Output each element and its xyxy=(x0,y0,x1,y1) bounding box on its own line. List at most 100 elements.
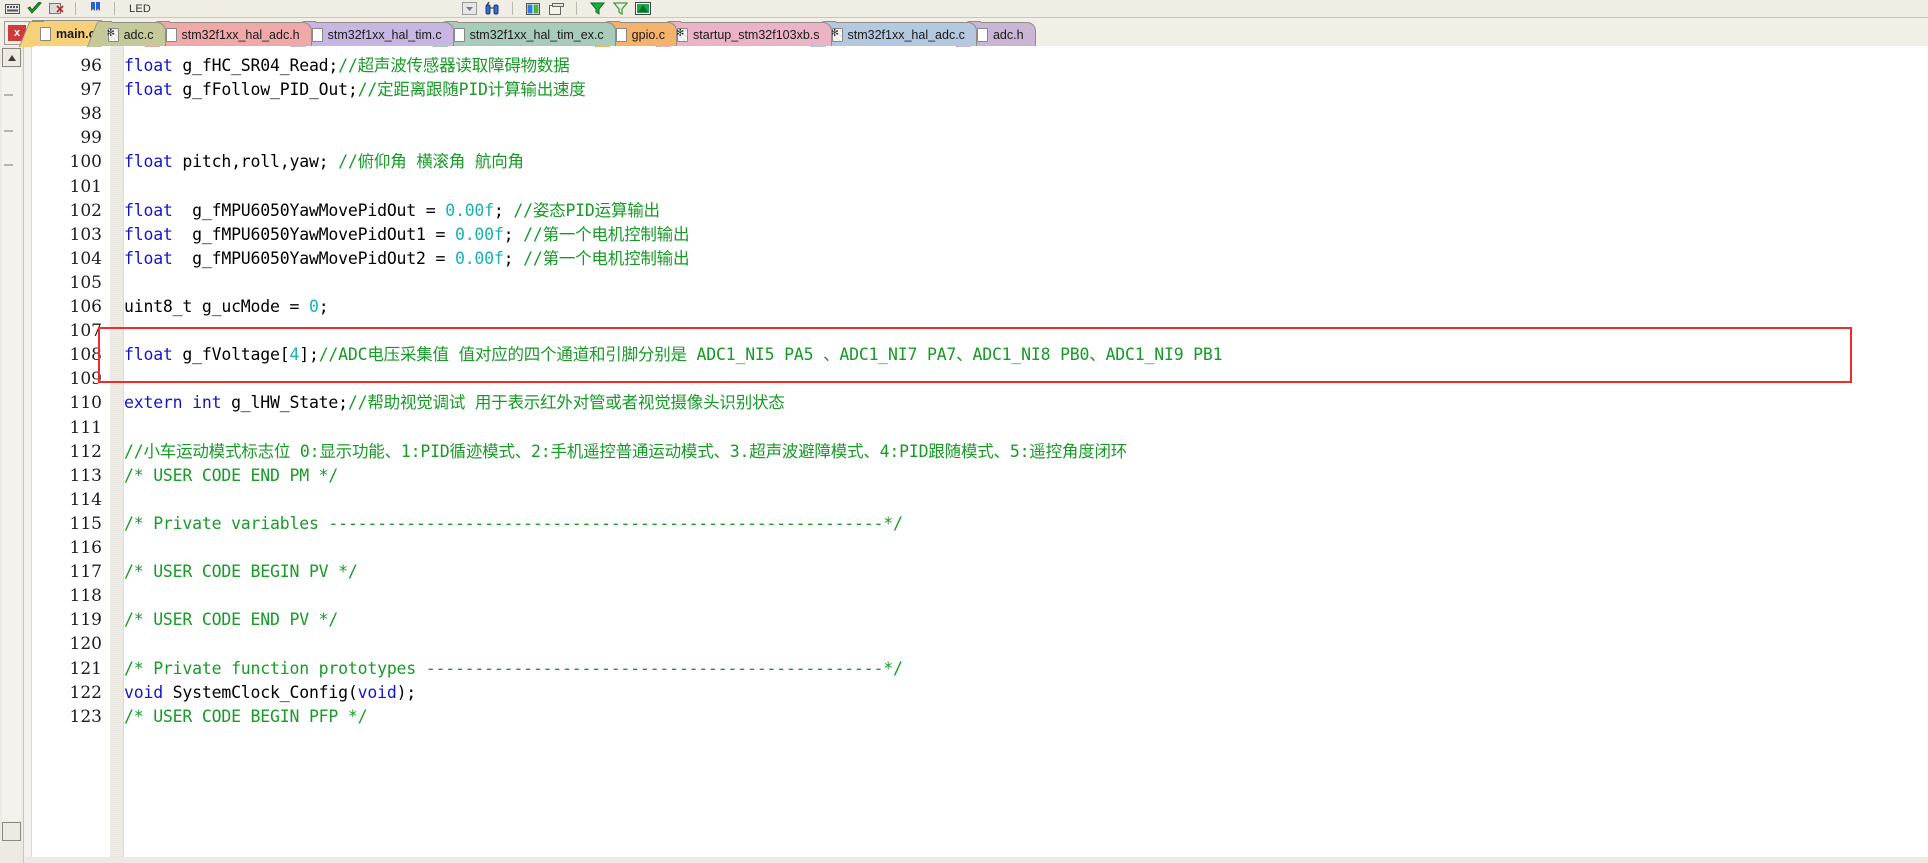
tab-stm32f1xx-hal-tim-ex-c[interactable]: stm32f1xx_hal_tim_ex.c xyxy=(445,22,616,46)
toolbar-separator xyxy=(75,2,76,15)
keyboard-icon[interactable] xyxy=(4,2,20,16)
file-c-icon xyxy=(311,27,323,42)
tab-label: adc.h xyxy=(992,27,1024,42)
line-number: 113 xyxy=(69,465,102,486)
line-number: 122 xyxy=(69,682,102,703)
manage-components-icon[interactable] xyxy=(635,2,651,16)
code-token: g_fVoltage[ xyxy=(182,345,290,365)
code-line[interactable]: 108 float g_fVoltage[4];//ADC电压采集值 值对应的四个… xyxy=(25,343,1928,367)
tab-stm32f1xx-hal-tim-c[interactable]: stm32f1xx_hal_tim.c xyxy=(303,22,454,46)
filter-green-icon[interactable] xyxy=(589,2,605,16)
code-editor[interactable]: 96 float g_fHC_SR04_Read;//超声波传感器读取障碍物数据 9… xyxy=(25,46,1928,863)
scroll-up-icon[interactable] xyxy=(2,48,21,67)
line-text: /* USER CODE END PV */ xyxy=(110,608,338,632)
code-token: float xyxy=(124,224,193,244)
code-token: g_fMPU6050YawMovePidOut1 = xyxy=(192,224,455,244)
code-line[interactable]: 121 /* Private function prototypes ------… xyxy=(25,657,1928,681)
code-line[interactable]: 102 float g_fMPU6050YawMovePidOut = 0.00f… xyxy=(25,199,1928,223)
code-line[interactable]: 116 xyxy=(25,536,1928,560)
tab-label: stm32f1xx_hal_tim.c xyxy=(327,27,442,42)
code-token: pitch,roll,yaw; xyxy=(182,152,339,172)
code-token: /* USER CODE BEGIN PV */ xyxy=(124,562,358,582)
code-token: ; xyxy=(503,248,524,268)
code-token: //帮助视觉调试 用于表示红外对管或者视觉摄像头识别状态 xyxy=(347,393,785,413)
bookmark-next-icon[interactable] xyxy=(87,2,103,16)
tab-stm32f1xx-hal-adc-c[interactable]: ✻ stm32f1xx_hal_adc.c xyxy=(823,22,977,46)
code-line[interactable]: 115 /* Private variables ----------------… xyxy=(25,512,1928,536)
filter-outline-icon[interactable] xyxy=(612,2,628,16)
scroll-down-icon[interactable] xyxy=(2,822,21,841)
checkmark-green-icon[interactable] xyxy=(26,2,42,16)
code-token: ; xyxy=(503,224,524,244)
code-line[interactable]: 97 float g_fFollow_PID_Out;//定距离跟随PID计算输出… xyxy=(25,78,1928,102)
code-token: float xyxy=(124,200,193,220)
line-number: 107 xyxy=(69,321,102,342)
code-token: 0.00f xyxy=(454,248,504,268)
erase-bookmarks-icon[interactable] xyxy=(48,2,64,16)
code-line[interactable]: 111 xyxy=(25,416,1928,440)
tab-startup-stm32f103xb-s[interactable]: ✻ startup_stm32f103xb.s xyxy=(669,22,832,46)
code-line[interactable]: 114 xyxy=(25,488,1928,512)
code-line[interactable]: 98 xyxy=(25,102,1928,126)
code-line[interactable]: 112 //小车运动模式标志位 0:显示功能、1:PID循迹模式、2:手机遥控普通… xyxy=(25,440,1928,464)
tab-label: stm32f1xx_hal_tim_ex.c xyxy=(469,27,604,42)
line-text: /* USER CODE BEGIN PV */ xyxy=(110,560,358,584)
tab-label: startup_stm32f103xb.s xyxy=(693,27,820,42)
code-token: g_lHW_State; xyxy=(231,393,348,413)
tab-label: gpio.c xyxy=(631,27,666,42)
code-line[interactable]: 122 void SystemClock_Config(void); xyxy=(25,681,1928,705)
code-line[interactable]: 101 xyxy=(25,175,1928,199)
toolbar-right-group xyxy=(461,2,651,16)
tab-adc-c[interactable]: ✻ adc.c xyxy=(99,22,166,46)
code-token: float xyxy=(124,152,183,172)
code-line[interactable]: 120 xyxy=(25,632,1928,656)
vertical-scrollbar[interactable] xyxy=(0,46,24,863)
code-line[interactable]: 99 xyxy=(25,126,1928,150)
code-line[interactable]: 123 /* USER CODE BEGIN PFP */ xyxy=(25,705,1928,729)
line-number: 103 xyxy=(69,224,102,245)
line-text: //小车运动模式标志位 0:显示功能、1:PID循迹模式、2:手机遥控普通运动模… xyxy=(110,440,1127,464)
find-binoculars-icon[interactable] xyxy=(484,2,500,16)
window-split-icon[interactable] xyxy=(525,2,541,16)
toolbar-separator-3 xyxy=(512,2,513,15)
code-line[interactable]: 103 float g_fMPU6050YawMovePidOut1 = 0.00… xyxy=(25,223,1928,247)
source-code[interactable]: 96 float g_fHC_SR04_Read;//超声波传感器读取障碍物数据 9… xyxy=(25,46,1928,863)
dropdown-arrow-icon[interactable] xyxy=(461,2,477,16)
code-line[interactable]: 106 uint8_t g_ucMode = 0; xyxy=(25,295,1928,319)
scrollbar-track[interactable] xyxy=(2,68,21,821)
line-number: 115 xyxy=(69,513,102,534)
line-number: 100 xyxy=(69,152,102,173)
code-line[interactable]: 119 /* USER CODE END PV */ xyxy=(25,608,1928,632)
code-line[interactable]: 117 /* USER CODE BEGIN PV */ xyxy=(25,560,1928,584)
tab-stm32f1xx-hal-adc-h[interactable]: stm32f1xx_hal_adc.h xyxy=(157,22,312,46)
code-line[interactable]: 118 xyxy=(25,584,1928,608)
code-token: 4 xyxy=(289,345,300,365)
tab-label: stm32f1xx_hal_adc.c xyxy=(847,27,965,42)
code-token: g_fMPU6050YawMovePidOut2 = xyxy=(192,248,455,268)
code-token: //第一个电机控制输出 xyxy=(523,224,690,244)
code-line[interactable]: 100 float pitch,roll,yaw; //俯仰角 横滚角 航向角 xyxy=(25,150,1928,174)
code-line[interactable]: 96 float g_fHC_SR04_Read;//超声波传感器读取障碍物数据 xyxy=(25,54,1928,78)
line-number: 104 xyxy=(69,248,102,269)
horizontal-scrollbar[interactable] xyxy=(25,857,1928,863)
code-line[interactable]: 105 xyxy=(25,271,1928,295)
code-token: //ADC电压采集值 值对应的四个通道和引脚分别是 ADC1_NI5 PA5 、… xyxy=(318,345,1223,365)
line-number: 96 xyxy=(80,56,102,76)
code-line[interactable]: 110 extern int g_lHW_State;//帮助视觉调试 用于表示红… xyxy=(25,391,1928,415)
bookmark-marker xyxy=(4,130,13,132)
code-line[interactable]: 113 /* USER CODE END PM */ xyxy=(25,464,1928,488)
line-number: 118 xyxy=(69,586,102,607)
line-number: 102 xyxy=(69,200,102,221)
tab-gpio-c[interactable]: gpio.c xyxy=(607,22,678,46)
code-line[interactable]: 104 float g_fMPU6050YawMovePidOut2 = 0.00… xyxy=(25,247,1928,271)
code-token: /* Private function prototypes ---------… xyxy=(124,658,903,678)
window-tile-icon[interactable] xyxy=(548,2,564,16)
code-line[interactable]: 107 xyxy=(25,319,1928,343)
line-text: /* Private function prototypes ---------… xyxy=(110,657,903,681)
tab-adc-h[interactable]: adc.h xyxy=(968,22,1036,46)
code-token: /* Private variables -------------------… xyxy=(124,513,903,533)
code-token: ]; xyxy=(299,345,319,365)
toolbar-separator-4 xyxy=(576,2,577,15)
code-line[interactable]: 109 xyxy=(25,367,1928,391)
line-text: float g_fMPU6050YawMovePidOut = 0.00f; /… xyxy=(110,199,660,223)
